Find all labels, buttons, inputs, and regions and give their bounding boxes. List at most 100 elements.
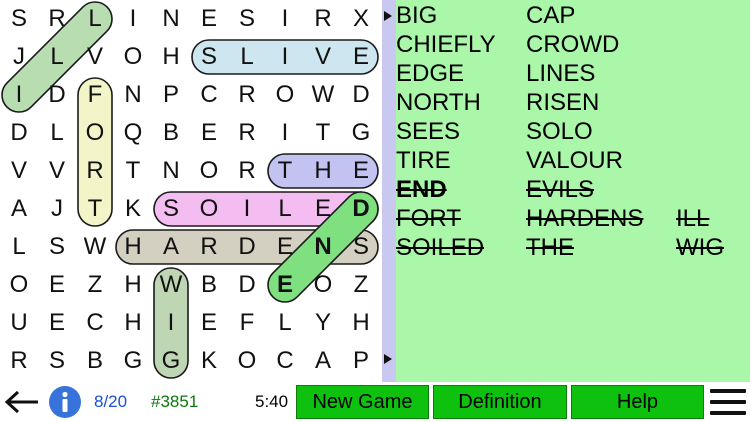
- grid-cell[interactable]: V: [0, 152, 38, 190]
- grid-cell[interactable]: S: [342, 228, 380, 266]
- grid-cell[interactable]: P: [152, 76, 190, 114]
- grid-cell[interactable]: R: [190, 228, 228, 266]
- grid-cell[interactable]: A: [152, 228, 190, 266]
- grid-cell[interactable]: X: [342, 0, 380, 38]
- grid-cell[interactable]: B: [190, 266, 228, 304]
- grid-cell[interactable]: E: [190, 114, 228, 152]
- grid-cell[interactable]: O: [190, 152, 228, 190]
- grid-cell[interactable]: V: [76, 38, 114, 76]
- grid-cell[interactable]: R: [0, 342, 38, 380]
- grid-cell[interactable]: J: [38, 190, 76, 228]
- grid-cell[interactable]: N: [304, 228, 342, 266]
- grid-cell[interactable]: V: [304, 38, 342, 76]
- help-button[interactable]: Help: [571, 385, 704, 419]
- grid-cell[interactable]: T: [266, 152, 304, 190]
- grid-cell[interactable]: U: [0, 304, 38, 342]
- grid-cell[interactable]: I: [152, 304, 190, 342]
- grid-cell[interactable]: E: [190, 0, 228, 38]
- grid-cell[interactable]: L: [266, 304, 304, 342]
- grid-cell[interactable]: T: [304, 114, 342, 152]
- grid-cell[interactable]: G: [342, 114, 380, 152]
- hamburger-menu-icon[interactable]: [710, 387, 746, 417]
- new-game-button[interactable]: New Game: [296, 385, 429, 419]
- grid-cell[interactable]: E: [38, 304, 76, 342]
- grid-cell[interactable]: I: [266, 0, 304, 38]
- grid-cell[interactable]: C: [76, 304, 114, 342]
- grid-cell[interactable]: I: [228, 190, 266, 228]
- grid-cell[interactable]: H: [114, 228, 152, 266]
- grid-cell[interactable]: Q: [114, 114, 152, 152]
- grid-cell[interactable]: G: [114, 342, 152, 380]
- grid-cell[interactable]: S: [190, 38, 228, 76]
- grid-cell[interactable]: T: [76, 190, 114, 228]
- grid-cell[interactable]: S: [0, 0, 38, 38]
- grid-cell[interactable]: Z: [76, 266, 114, 304]
- grid-cell[interactable]: H: [152, 38, 190, 76]
- grid-cell[interactable]: H: [114, 304, 152, 342]
- grid-cell[interactable]: E: [266, 266, 304, 304]
- grid-cell[interactable]: O: [114, 38, 152, 76]
- grid-cell[interactable]: I: [266, 38, 304, 76]
- grid-cell[interactable]: J: [0, 38, 38, 76]
- left-arrow-icon[interactable]: [4, 390, 40, 414]
- grid-cell[interactable]: D: [342, 76, 380, 114]
- grid-cell[interactable]: E: [266, 228, 304, 266]
- grid-cell[interactable]: A: [0, 190, 38, 228]
- grid-cell[interactable]: S: [228, 0, 266, 38]
- grid-cell[interactable]: S: [38, 342, 76, 380]
- grid-cell[interactable]: O: [228, 342, 266, 380]
- grid-cell[interactable]: R: [304, 0, 342, 38]
- grid-cell[interactable]: I: [266, 114, 304, 152]
- grid-cell[interactable]: W: [304, 76, 342, 114]
- grid-cell[interactable]: R: [228, 76, 266, 114]
- grid-cell[interactable]: C: [266, 342, 304, 380]
- grid-cell[interactable]: E: [342, 152, 380, 190]
- grid-cell[interactable]: O: [0, 266, 38, 304]
- grid-cell[interactable]: K: [190, 342, 228, 380]
- grid-cell[interactable]: A: [304, 342, 342, 380]
- grid-cell[interactable]: H: [114, 266, 152, 304]
- info-icon[interactable]: [49, 386, 81, 418]
- grid-cell[interactable]: L: [228, 38, 266, 76]
- grid-cell[interactable]: D: [0, 114, 38, 152]
- grid-cell[interactable]: O: [190, 190, 228, 228]
- grid-cell[interactable]: Y: [304, 304, 342, 342]
- grid-cell[interactable]: W: [76, 228, 114, 266]
- grid-cell[interactable]: V: [38, 152, 76, 190]
- grid-cell[interactable]: T: [114, 152, 152, 190]
- grid-cell[interactable]: B: [152, 114, 190, 152]
- grid-cell[interactable]: R: [76, 152, 114, 190]
- grid-cell[interactable]: E: [190, 304, 228, 342]
- grid-cell[interactable]: L: [0, 228, 38, 266]
- letter-grid[interactable]: SRLINESIRXJLVOHSLIVEIDFNPCROWDDLOQBERITG…: [0, 0, 382, 382]
- grid-cell[interactable]: N: [152, 152, 190, 190]
- definition-button[interactable]: Definition: [433, 385, 567, 419]
- grid-cell[interactable]: I: [114, 0, 152, 38]
- grid-cell[interactable]: H: [304, 152, 342, 190]
- grid-cell[interactable]: R: [228, 114, 266, 152]
- grid-cell[interactable]: P: [342, 342, 380, 380]
- grid-cell[interactable]: N: [114, 76, 152, 114]
- grid-cell[interactable]: L: [76, 0, 114, 38]
- grid-cell[interactable]: L: [38, 114, 76, 152]
- grid-cell[interactable]: E: [38, 266, 76, 304]
- grid-cell[interactable]: D: [228, 228, 266, 266]
- grid-cell[interactable]: H: [342, 304, 380, 342]
- grid-cell[interactable]: F: [76, 76, 114, 114]
- grid-cell[interactable]: D: [228, 266, 266, 304]
- grid-cell[interactable]: O: [266, 76, 304, 114]
- grid-cell[interactable]: C: [190, 76, 228, 114]
- grid-cell[interactable]: Z: [342, 266, 380, 304]
- grid-cell[interactable]: F: [228, 304, 266, 342]
- grid-cell[interactable]: W: [152, 266, 190, 304]
- grid-cell[interactable]: I: [0, 76, 38, 114]
- grid-cell[interactable]: E: [304, 190, 342, 228]
- grid-cell[interactable]: S: [38, 228, 76, 266]
- grid-cell[interactable]: B: [76, 342, 114, 380]
- grid-cell[interactable]: R: [228, 152, 266, 190]
- grid-cell[interactable]: D: [342, 190, 380, 228]
- grid-cell[interactable]: O: [304, 266, 342, 304]
- grid-cell[interactable]: S: [152, 190, 190, 228]
- grid-cell[interactable]: N: [152, 0, 190, 38]
- grid-cell[interactable]: D: [38, 76, 76, 114]
